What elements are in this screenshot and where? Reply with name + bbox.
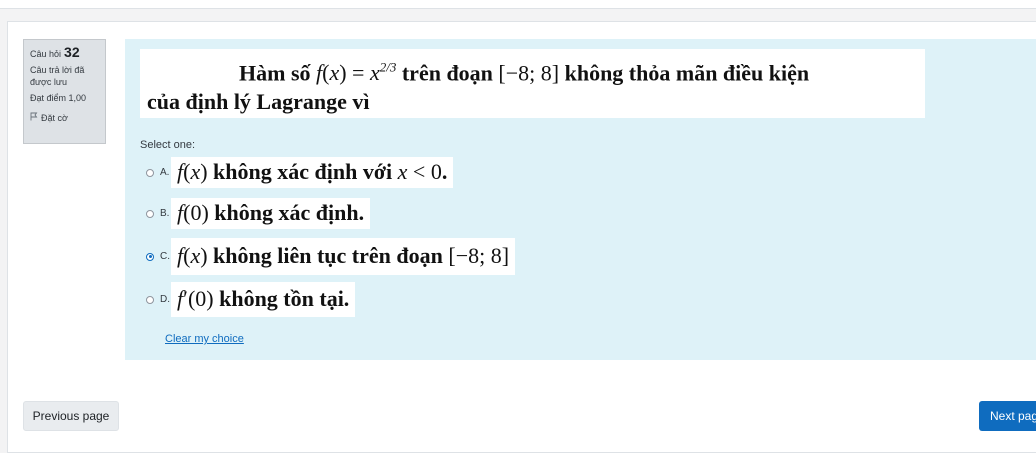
option-text-c: không liên tục trên đoạn (213, 243, 443, 268)
option-body-d[interactable]: f′(0) không tồn tại. (171, 282, 356, 317)
answer-option-c[interactable]: C. f(x) không liên tục trên đoạn [−8; 8] (146, 238, 516, 275)
question-state: Câu trả lời đã được lưu (30, 65, 85, 87)
radio-a[interactable] (146, 168, 154, 177)
question-text-part1: Hàm số (239, 60, 311, 86)
question-number: Câu hỏi 32 (30, 44, 99, 60)
question-number-value: 32 (64, 44, 80, 60)
question-number-label: Câu hỏi (30, 49, 62, 59)
answer-option-a[interactable]: A. f(x) không xác định với x < 0. (146, 157, 454, 188)
option-letter-d: D. (160, 294, 170, 305)
flag-label: Đặt cờ (41, 113, 68, 123)
question-function-math: f(x) = x2/3 (316, 60, 397, 86)
radio-d[interactable] (146, 295, 154, 304)
option-body-b[interactable]: f(0) không xác định. (171, 198, 371, 229)
option-body-a[interactable]: f(x) không xác định với x < 0. (171, 157, 454, 188)
select-one-prompt: Select one: (140, 139, 196, 151)
radio-c[interactable] (146, 252, 154, 261)
top-bar (0, 0, 1036, 9)
option-text-a: không xác định với (213, 159, 393, 184)
option-letter-c: C. (160, 251, 170, 262)
question-mark: Đạt điểm 1,00 (30, 93, 87, 103)
question-text: Hàm số f(x) = x2/3 trên đoạn [−8; 8] khô… (140, 49, 925, 118)
option-text-b: không xác định. (214, 200, 365, 225)
question-text-part3: không thỏa mãn điều kiện (564, 60, 810, 86)
question-info-panel: Câu hỏi 32 Câu trả lời đã được lưu Đạt đ… (23, 39, 106, 144)
option-letter-a: A. (160, 167, 170, 178)
question-formulation: Hàm số f(x) = x2/3 trên đoạn [−8; 8] khô… (125, 39, 1036, 360)
answer-option-b[interactable]: B. f(0) không xác định. (146, 198, 371, 229)
option-text-d: không tồn tại. (219, 286, 350, 311)
question-text-line2: của định lý Lagrange vì (147, 89, 370, 115)
question-text-part2: trên đoạn (401, 60, 493, 86)
answer-option-d[interactable]: D. f′(0) không tồn tại. (146, 282, 356, 317)
next-page-button[interactable]: Next page (979, 401, 1036, 431)
flag-icon (30, 112, 38, 124)
clear-choice-link[interactable]: Clear my choice (165, 333, 244, 345)
radio-b[interactable] (146, 209, 154, 218)
previous-page-button[interactable]: Previous page (23, 401, 119, 431)
flag-question-button[interactable]: Đặt cờ (30, 112, 99, 124)
question-interval-math: [−8; 8] (498, 60, 560, 86)
option-body-c[interactable]: f(x) không liên tục trên đoạn [−8; 8] (171, 238, 516, 275)
option-letter-b: B. (160, 208, 170, 219)
